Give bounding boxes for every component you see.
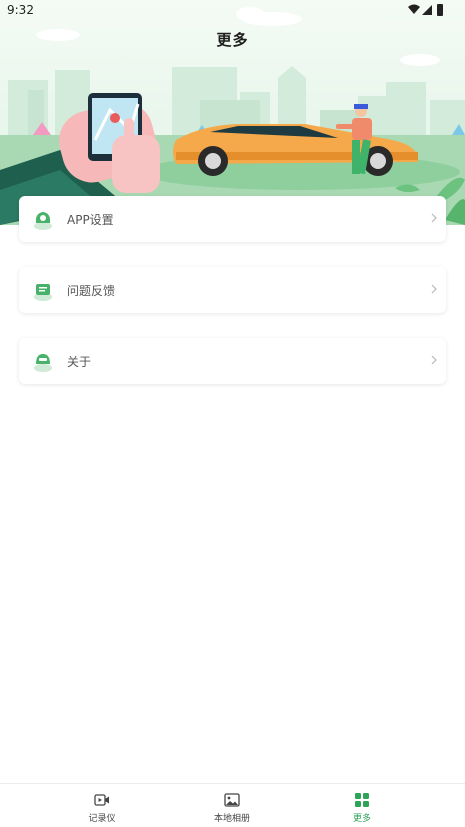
feedback-label: 问题反馈 bbox=[67, 284, 116, 298]
wifi-icon bbox=[408, 4, 420, 14]
feedback-icon bbox=[34, 284, 52, 301]
app-settings-label: APP设置 bbox=[67, 213, 114, 227]
video-icon bbox=[94, 794, 109, 806]
app-settings-icon bbox=[34, 212, 52, 230]
nav-local-album-label: 本地相册 bbox=[213, 814, 250, 824]
page-title: 更多 bbox=[216, 31, 249, 49]
bottom-nav: 记录仪 本地相册 更多 bbox=[0, 783, 465, 827]
nav-recorder[interactable]: 记录仪 bbox=[52, 784, 152, 827]
chevron-right-icon bbox=[431, 284, 437, 294]
battery-icon bbox=[437, 4, 443, 16]
about-item[interactable]: 关于 bbox=[19, 338, 446, 384]
nav-local-album[interactable]: 本地相册 bbox=[182, 784, 282, 827]
status-icons bbox=[408, 4, 443, 16]
app-settings-item[interactable]: APP设置 bbox=[19, 196, 446, 242]
image-icon bbox=[224, 793, 240, 807]
nav-more-label: 更多 bbox=[352, 814, 371, 824]
about-icon bbox=[34, 354, 52, 372]
grid-icon bbox=[355, 793, 369, 807]
nav-more[interactable]: 更多 bbox=[312, 784, 412, 827]
status-bar: 9:32 bbox=[0, 0, 465, 22]
nav-recorder-label: 记录仪 bbox=[88, 814, 116, 824]
about-label: 关于 bbox=[67, 355, 92, 369]
feedback-item[interactable]: 问题反馈 bbox=[19, 267, 446, 313]
chevron-right-icon bbox=[431, 213, 437, 223]
chevron-right-icon bbox=[431, 355, 437, 365]
status-time: 9:32 bbox=[7, 3, 34, 17]
signal-icon bbox=[422, 5, 432, 15]
